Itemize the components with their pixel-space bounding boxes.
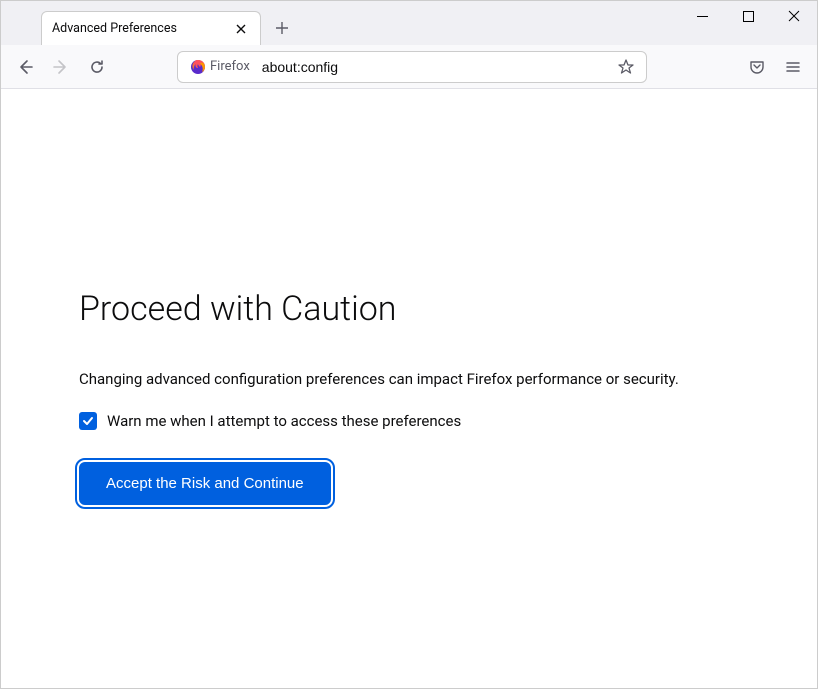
new-tab-button[interactable] <box>267 13 297 43</box>
firefox-logo-icon <box>190 59 206 75</box>
identity-box[interactable]: Firefox <box>184 57 256 77</box>
close-icon <box>788 10 800 22</box>
titlebar: Advanced Preferences <box>1 1 817 45</box>
close-icon <box>235 23 247 35</box>
reload-icon <box>89 59 105 75</box>
plus-icon <box>275 21 289 35</box>
save-to-pocket-button[interactable] <box>741 51 773 83</box>
accept-risk-button[interactable]: Accept the Risk and Continue <box>79 462 331 505</box>
warning-container: Proceed with Caution Changing advanced c… <box>69 289 749 505</box>
arrow-right-icon <box>53 59 69 75</box>
toolbar-right <box>741 51 809 83</box>
minimize-icon <box>697 11 708 22</box>
arrow-left-icon <box>17 59 33 75</box>
pocket-icon <box>749 59 765 75</box>
star-icon <box>618 59 634 75</box>
url-input[interactable] <box>262 59 606 75</box>
tab-close-button[interactable] <box>232 20 250 38</box>
url-bar[interactable]: Firefox <box>177 51 647 83</box>
bookmark-button[interactable] <box>612 53 640 81</box>
tab-title: Advanced Preferences <box>52 21 232 36</box>
warn-checkbox[interactable] <box>79 412 97 430</box>
nav-toolbar: Firefox <box>1 45 817 89</box>
hamburger-icon <box>785 59 801 75</box>
warning-description: Changing advanced configuration preferen… <box>79 369 739 390</box>
app-menu-button[interactable] <box>777 51 809 83</box>
window-controls <box>679 1 817 31</box>
page-content: Proceed with Caution Changing advanced c… <box>1 89 817 505</box>
browser-tab[interactable]: Advanced Preferences <box>41 11 261 45</box>
forward-button[interactable] <box>45 51 77 83</box>
warn-checkbox-label[interactable]: Warn me when I attempt to access these p… <box>107 412 461 430</box>
warn-checkbox-row: Warn me when I attempt to access these p… <box>79 412 739 430</box>
back-button[interactable] <box>9 51 41 83</box>
reload-button[interactable] <box>81 51 113 83</box>
identity-label: Firefox <box>210 59 250 74</box>
checkmark-icon <box>82 415 94 427</box>
maximize-button[interactable] <box>725 1 771 31</box>
close-window-button[interactable] <box>771 1 817 31</box>
warning-heading: Proceed with Caution <box>79 289 739 329</box>
maximize-icon <box>743 11 754 22</box>
minimize-button[interactable] <box>679 1 725 31</box>
